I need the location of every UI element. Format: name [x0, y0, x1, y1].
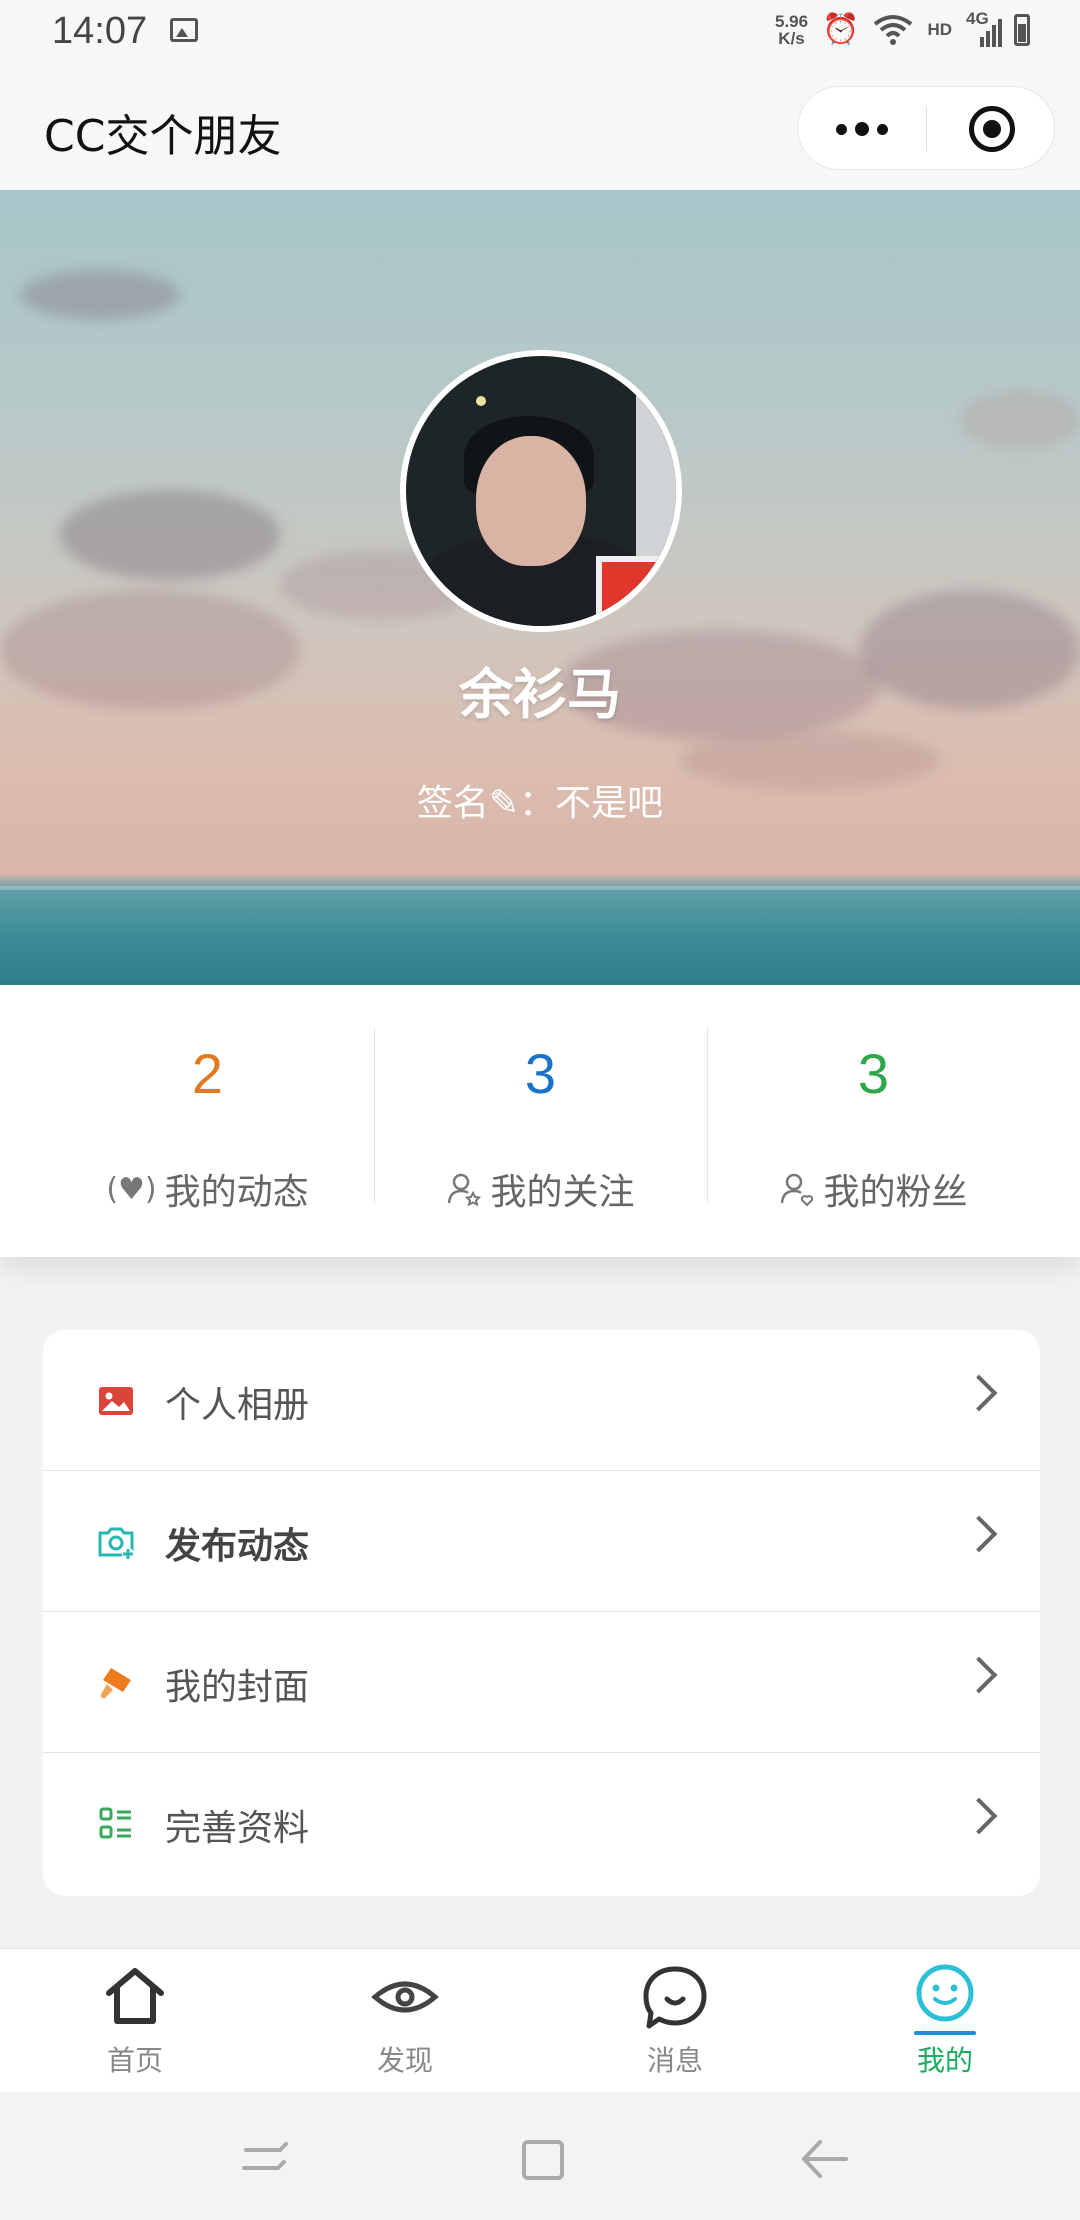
- capsule-menu: [797, 86, 1055, 170]
- tab-me[interactable]: 我的: [810, 1949, 1080, 2093]
- stat-fans[interactable]: 3 我的粉丝: [707, 985, 1040, 1257]
- chevron-right-icon: [960, 1515, 998, 1553]
- net-speed: 5.96 K/s: [775, 13, 808, 47]
- mini-program-title-bar: CC交个朋友: [0, 64, 1080, 190]
- menu-item-label: 个人相册: [165, 1385, 310, 1426]
- stat-value: 3: [524, 1042, 557, 1105]
- recent-apps-icon[interactable]: [240, 2136, 290, 2180]
- chevron-right-icon: [960, 1656, 998, 1694]
- profile-menu: 个人相册 发布动态 我的封面 完善资料: [43, 1330, 1040, 1896]
- camera-plus-icon: [98, 1527, 134, 1560]
- app-title: CC交个朋友: [44, 111, 282, 162]
- bottom-tab-bar: 首页 发现 消息 我的: [0, 1948, 1080, 2093]
- battery-icon: [1014, 14, 1030, 46]
- user-heart-icon: [781, 1173, 814, 1207]
- active-tab-underline: [914, 2031, 976, 2035]
- tab-messages[interactable]: 消息: [540, 1949, 810, 2093]
- menu-item-label: 发布动态: [165, 1526, 310, 1567]
- stat-label: 我的粉丝: [823, 1172, 968, 1213]
- menu-item-label: 我的封面: [165, 1667, 310, 1708]
- chevron-right-icon: [960, 1797, 998, 1835]
- close-target-icon[interactable]: [969, 106, 1015, 152]
- tab-label: 我的: [916, 2044, 973, 2077]
- stat-following[interactable]: 3 我的关注: [374, 985, 707, 1257]
- tab-label: 发现: [376, 2044, 433, 2077]
- net-speed-unit: K/s: [778, 29, 805, 48]
- status-time: 14:07: [52, 10, 148, 52]
- tab-label: 消息: [646, 2044, 703, 2077]
- menu-item-publish[interactable]: 发布动态: [43, 1471, 1040, 1612]
- chat-bubble-icon: [643, 1966, 707, 2029]
- brush-icon: [100, 1668, 131, 1699]
- username: 余衫马: [459, 663, 621, 726]
- stat-value: 3: [857, 1042, 890, 1105]
- eye-icon: [371, 1981, 439, 2013]
- picture-icon: [99, 1387, 133, 1415]
- status-icons: 5.96 K/s ⏰ HD 4G: [775, 9, 1030, 48]
- broadcast-heart-icon: (♥): [106, 1171, 157, 1207]
- stats-panel: 2 (♥) 我的动态 3 我的关注 3 我的粉丝: [0, 985, 1080, 1257]
- back-icon[interactable]: [800, 2136, 850, 2182]
- smiley-icon: [916, 1964, 974, 2022]
- tab-discover[interactable]: 发现: [270, 1949, 540, 2093]
- home-nav-icon[interactable]: [520, 2136, 566, 2182]
- tab-label: 首页: [106, 2044, 163, 2077]
- menu-item-album[interactable]: 个人相册: [43, 1330, 1040, 1471]
- profile-cover: 余衫马 签名✎：不是吧: [0, 190, 1080, 985]
- home-icon: [106, 1968, 164, 2024]
- signature[interactable]: 签名✎：不是吧: [0, 774, 1080, 826]
- stat-my-posts[interactable]: 2 (♥) 我的动态: [41, 985, 374, 1257]
- list-icon: [99, 1807, 131, 1839]
- net-speed-value: 5.96: [774, 12, 809, 31]
- signal-icon: 4G: [966, 9, 1002, 47]
- stat-label: 我的关注: [490, 1172, 635, 1213]
- stat-value: 2: [191, 1042, 224, 1105]
- alarm-icon: ⏰: [822, 12, 860, 47]
- wifi-icon: [874, 15, 913, 45]
- menu-item-cover[interactable]: 我的封面: [43, 1612, 1040, 1753]
- user-star-icon: [448, 1173, 482, 1207]
- stat-label: 我的动态: [164, 1172, 309, 1213]
- menu-item-complete-profile[interactable]: 完善资料: [43, 1753, 1040, 1894]
- avatar[interactable]: [400, 350, 682, 632]
- chevron-right-icon: [960, 1374, 998, 1412]
- tab-home[interactable]: 首页: [0, 1949, 270, 2093]
- status-bar: 14:07 5.96 K/s ⏰ HD 4G: [0, 0, 1080, 64]
- capsule-divider: [926, 107, 927, 151]
- image-icon: [170, 18, 198, 42]
- menu-item-label: 完善资料: [165, 1808, 310, 1849]
- hd-indicator: HD: [927, 20, 952, 39]
- more-icon[interactable]: [798, 87, 926, 171]
- system-nav-bar: [0, 2092, 1080, 2220]
